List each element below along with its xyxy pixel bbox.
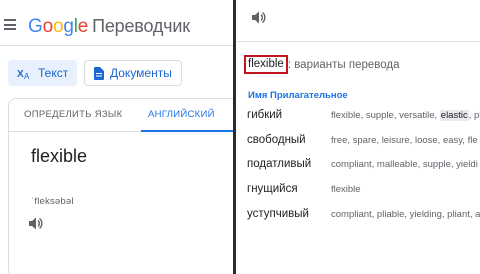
translate-text-icon: XA [17, 67, 32, 80]
translation-word: свободный [247, 134, 306, 146]
logo-letter: o [42, 16, 54, 37]
translation-word: податливый [247, 158, 312, 170]
logo-letter: G [28, 16, 43, 37]
translation-row[interactable]: свободный free, spare, leisure, loose, e… [247, 131, 478, 149]
synonyms: free, spare, leisure, loose, easy, fle [331, 134, 478, 146]
panel-separator [236, 41, 480, 42]
product-name: Переводчик [92, 16, 190, 36]
menu-icon[interactable] [4, 19, 16, 30]
synonyms: flexible [331, 183, 361, 195]
translator-main-window: Google Переводчик XA Текст Документы ОПРЕ… [0, 0, 233, 274]
translation-row[interactable]: гибкий flexible, supple, versatile, elas… [247, 106, 480, 124]
translation-word: гнущийся [247, 183, 298, 195]
google-translate-logo[interactable]: Google Переводчик [28, 16, 190, 38]
text-mode-label: Текст [38, 66, 69, 80]
highlighted-word: flexible [244, 55, 288, 74]
transliteration: ˈfleksəbəl [31, 196, 74, 207]
logo-letter: o [52, 16, 64, 37]
speaker-icon[interactable] [252, 11, 266, 24]
translation-word: гибкий [247, 109, 283, 121]
svg-text:A: A [24, 72, 30, 80]
translation-variants-window: flexible: варианты перевода Имя Прилагат… [236, 0, 480, 274]
translation-word: уступчивый [247, 208, 309, 220]
active-tab-indicator [141, 130, 233, 132]
tab-detect-language[interactable]: ОПРЕДЕЛИТЬ ЯЗЫК [24, 109, 122, 120]
source-panel: ОПРЕДЕЛИТЬ ЯЗЫК АНГЛИЙСКИЙ flexible ˈfle… [8, 98, 233, 274]
synonyms: compliant, pliable, yielding, pliant, a [331, 208, 480, 220]
synonyms: compliant, malleable, supple, yieldi [331, 158, 478, 170]
translation-row[interactable]: гнущийся flexible [247, 180, 361, 198]
translation-row[interactable]: податливый compliant, malleable, supple,… [247, 155, 478, 173]
text-mode-button[interactable]: XA Текст [8, 60, 78, 86]
synonyms: flexible, supple, versatile, elastic, pl [331, 109, 480, 121]
variants-heading: flexible: варианты перевода [244, 55, 400, 74]
variants-suffix: : варианты перевода [287, 58, 400, 71]
document-icon [94, 66, 104, 80]
language-tabs: ОПРЕДЕЛИТЬ ЯЗЫК АНГЛИЙСКИЙ [9, 99, 233, 132]
documents-mode-label: Документы [110, 66, 172, 80]
part-of-speech-label: Имя Прилагательное [248, 90, 348, 101]
tab-english[interactable]: АНГЛИЙСКИЙ [148, 109, 215, 120]
synonym-highlight: elastic [439, 109, 469, 121]
speaker-icon[interactable] [29, 217, 43, 230]
synonyms-text: flexible, supple, versatile, [331, 109, 440, 121]
header-divider [0, 45, 233, 46]
logo-letter: g [63, 16, 74, 37]
logo-letter: e [77, 16, 89, 37]
documents-mode-button[interactable]: Документы [84, 60, 182, 86]
synonyms-text: , pl [468, 109, 480, 121]
translation-row[interactable]: уступчивый compliant, pliable, yielding,… [247, 205, 480, 223]
source-text-input[interactable]: flexible [31, 146, 87, 167]
svg-text:X: X [17, 69, 24, 80]
